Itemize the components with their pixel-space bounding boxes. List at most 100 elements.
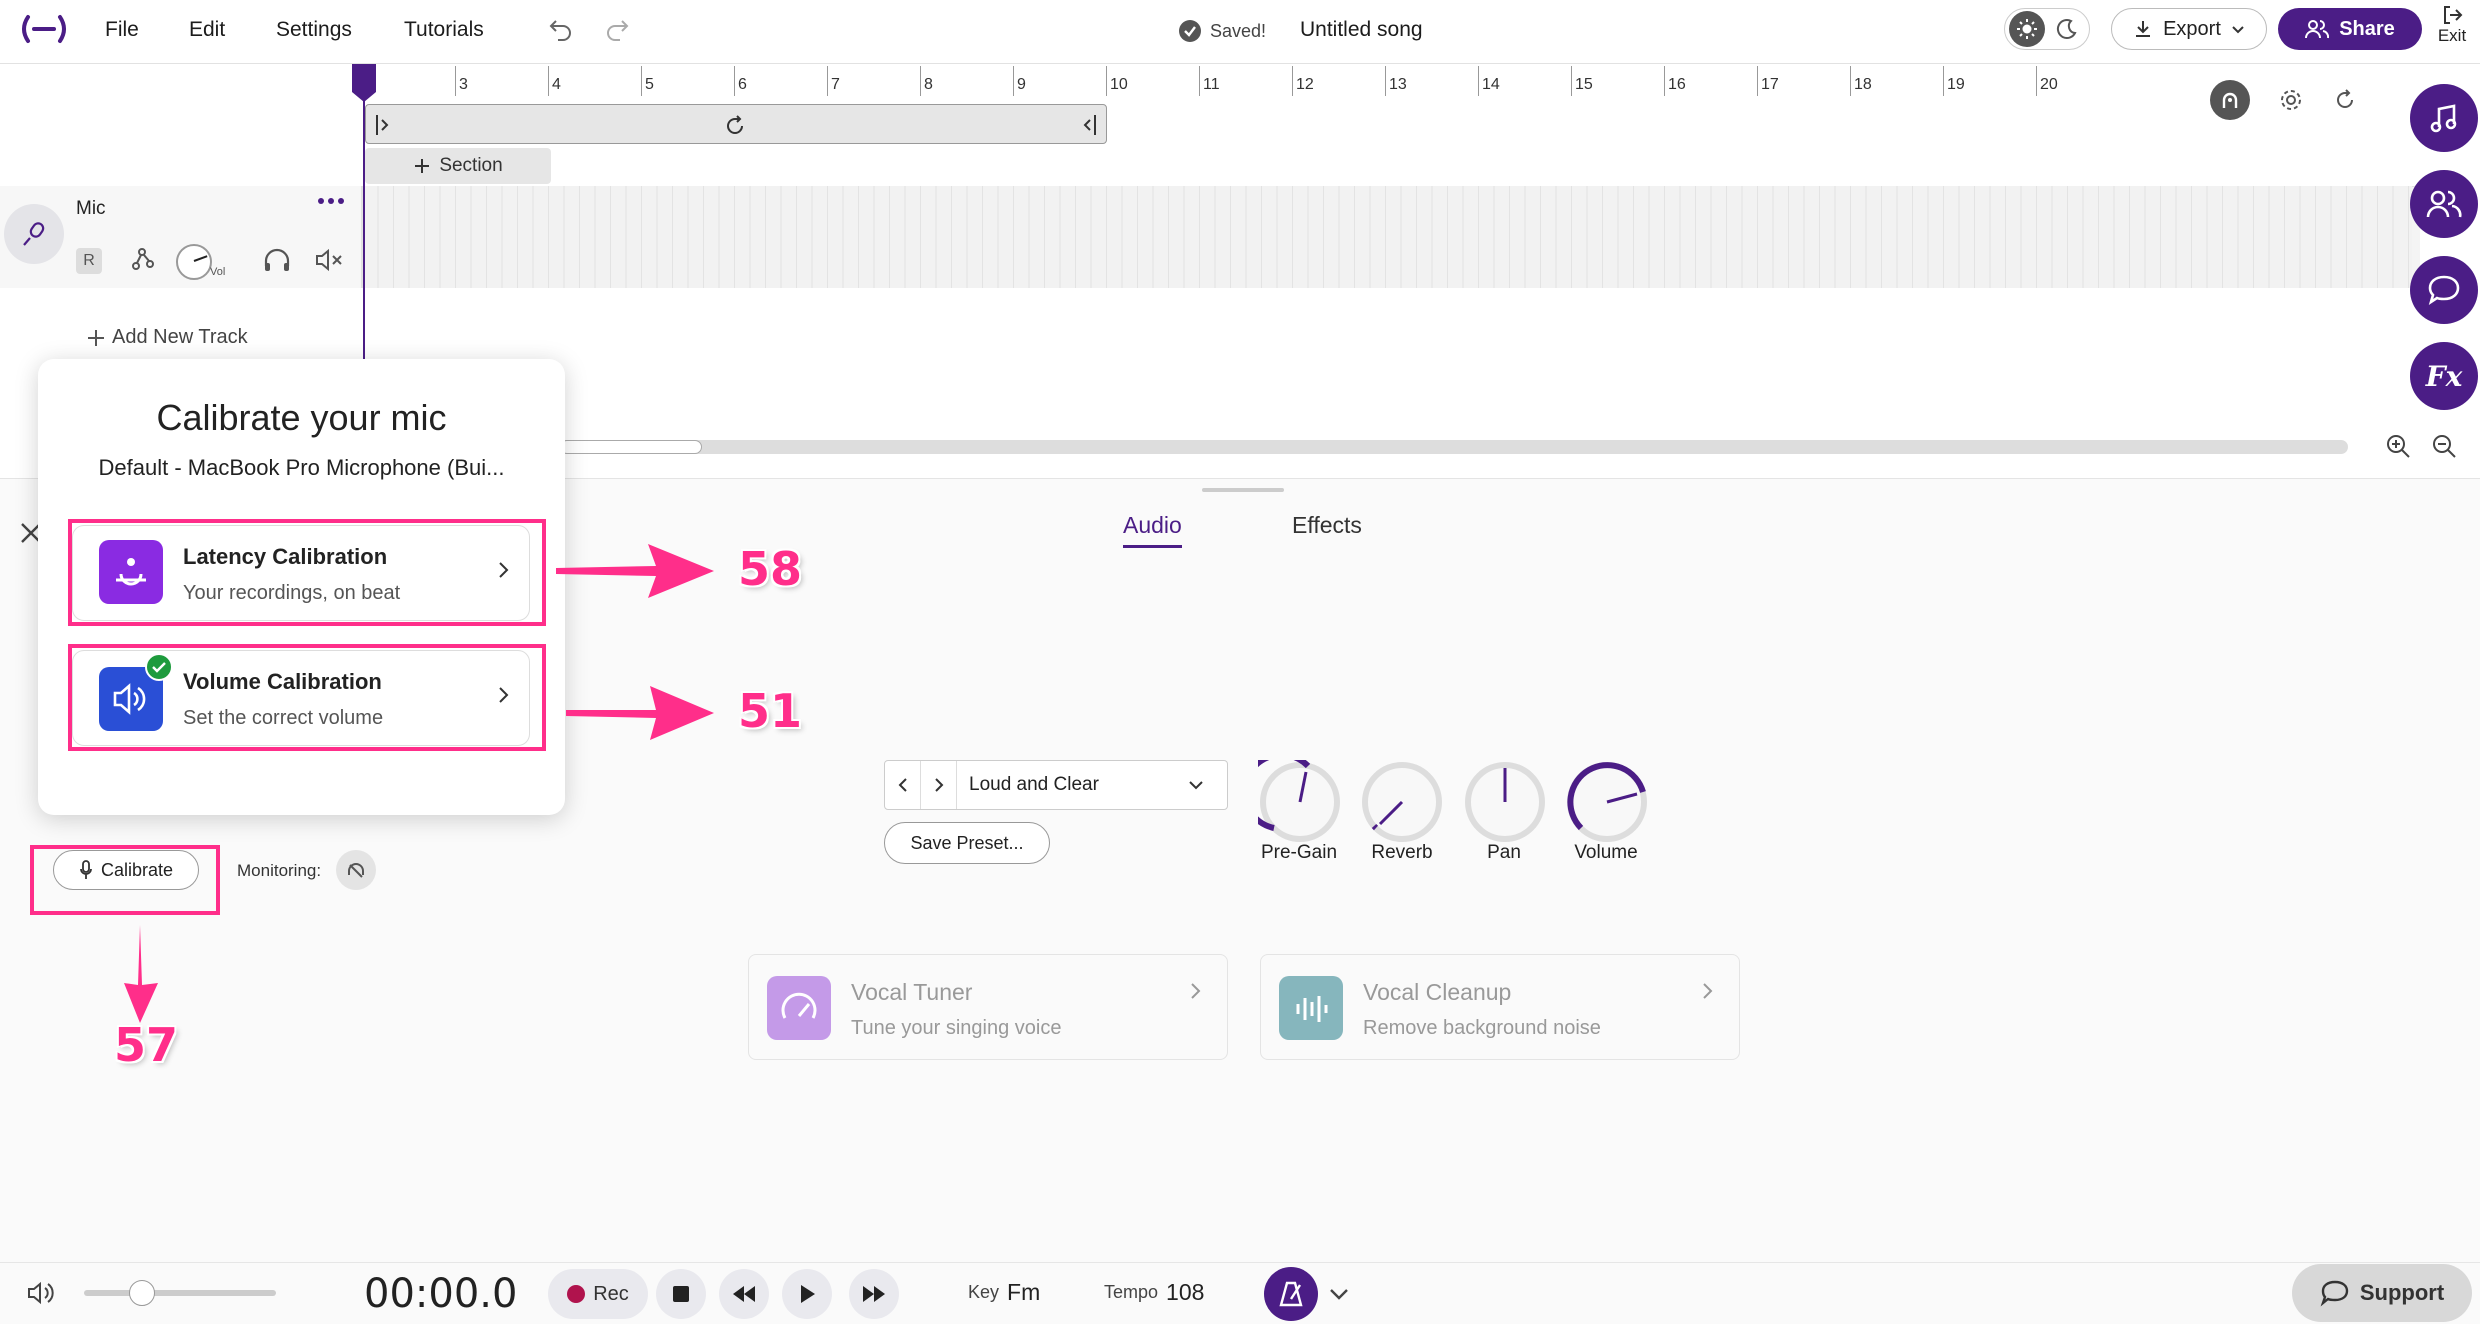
volume-slider-thumb[interactable] — [128, 1280, 155, 1306]
metronome-toggle-icon[interactable] — [2210, 80, 2250, 120]
loop-region[interactable] — [365, 104, 1107, 144]
mute-icon[interactable] — [314, 246, 344, 274]
latency-calibration-card[interactable]: Latency Calibration Your recordings, on … — [72, 525, 530, 621]
chevron-down-icon[interactable] — [1328, 1285, 1350, 1303]
annotation-arrow-58 — [556, 544, 714, 598]
waveform-icon — [1279, 976, 1343, 1040]
reverb-knob[interactable] — [1360, 760, 1444, 844]
stop-button[interactable] — [656, 1269, 706, 1319]
chevron-down-icon[interactable] — [1187, 777, 1205, 793]
ruler-tick-label: 7 — [831, 76, 840, 93]
mic-track-icon[interactable] — [4, 204, 64, 264]
redo-icon[interactable] — [604, 17, 630, 41]
tab-audio[interactable]: Audio — [1123, 512, 1182, 548]
support-button[interactable]: Support — [2292, 1264, 2472, 1322]
tab-effects[interactable]: Effects — [1292, 512, 1362, 539]
app-logo[interactable] — [18, 14, 70, 44]
volume-knob-label: Volume — [1574, 842, 1638, 863]
master-volume-slider[interactable] — [84, 1280, 276, 1306]
chevron-left-icon[interactable] — [885, 761, 921, 809]
preset-value[interactable]: Loud and Clear — [957, 774, 1187, 796]
zoom-out-icon[interactable] — [2430, 432, 2458, 460]
calibrate-button[interactable]: Calibrate — [53, 850, 199, 890]
volume-calibration-card[interactable]: Volume Calibration Set the correct volum… — [72, 650, 530, 746]
play-button[interactable] — [782, 1269, 832, 1319]
loop-end-icon[interactable] — [1078, 113, 1098, 137]
menu-tutorials[interactable]: Tutorials — [404, 18, 484, 42]
save-preset-button[interactable]: Save Preset... — [884, 822, 1050, 864]
tempo-display[interactable]: Tempo 108 — [1104, 1279, 1204, 1306]
automation-icon[interactable] — [128, 246, 156, 274]
menu-edit[interactable]: Edit — [189, 18, 225, 42]
pre-gain-knob[interactable] — [1258, 760, 1342, 844]
volume-icon[interactable] — [26, 1279, 56, 1307]
preset-selector[interactable]: Loud and Clear — [884, 760, 1228, 810]
track-lane[interactable] — [362, 186, 2412, 288]
ruler-tick — [1013, 66, 1014, 96]
refresh-icon[interactable] — [2332, 87, 2358, 113]
playhead[interactable] — [363, 64, 365, 364]
vocal-cleanup-card[interactable]: Vocal Cleanup Remove background noise — [1260, 954, 1740, 1060]
record-arm-badge[interactable]: R — [76, 248, 102, 274]
ruler-tick-label: 11 — [1203, 76, 1220, 93]
rewind-button[interactable] — [719, 1269, 769, 1319]
panel-resize-handle[interactable] — [1202, 488, 1284, 492]
pan-knob[interactable] — [1463, 760, 1547, 844]
menu-settings[interactable]: Settings — [276, 18, 352, 42]
time-display: 00:00.0 — [364, 1271, 518, 1317]
menu-file[interactable]: File — [105, 18, 139, 42]
gear-icon[interactable] — [2278, 87, 2304, 113]
fx-button[interactable]: Fx — [2410, 342, 2478, 410]
horizontal-scrollbar[interactable] — [560, 440, 2348, 454]
moon-icon[interactable] — [2049, 11, 2085, 47]
saved-label: Saved! — [1210, 20, 1267, 41]
share-button[interactable]: Share — [2278, 8, 2422, 50]
ruler-tick — [455, 66, 456, 96]
loop-start-icon[interactable] — [374, 113, 394, 137]
vocal-tuner-subtitle: Tune your singing voice — [851, 1017, 1062, 1039]
export-label: Export — [2163, 17, 2221, 40]
track-header[interactable]: Mic R Vol — [0, 186, 362, 288]
ruler-tick-label: 18 — [1854, 76, 1872, 93]
more-icon[interactable] — [316, 196, 346, 206]
chevron-right-icon — [1703, 983, 1713, 999]
chevron-right-icon — [1191, 983, 1201, 999]
annotation-51: 51 — [738, 684, 803, 738]
collaborators-button[interactable] — [2410, 170, 2478, 238]
chevron-right-icon[interactable] — [921, 761, 957, 809]
vocal-tuner-title: Vocal Tuner — [851, 979, 973, 1005]
annotation-58: 58 — [738, 542, 803, 596]
key-display[interactable]: Key Fm — [968, 1279, 1040, 1306]
volume-subtitle: Set the correct volume — [183, 707, 384, 729]
export-button[interactable]: Export — [2111, 8, 2267, 50]
tempo-label: Tempo — [1104, 1282, 1159, 1302]
users-icon — [2426, 190, 2462, 218]
volume-panel-knob[interactable] — [1565, 760, 1649, 844]
timeline-ruler[interactable]: 234567891011121314151617181920 — [362, 66, 2412, 106]
chat-button[interactable] — [2410, 256, 2478, 324]
ruler-tick-label: 9 — [1017, 76, 1026, 93]
headphones-icon[interactable] — [262, 246, 292, 274]
zoom-in-icon[interactable] — [2384, 432, 2412, 460]
add-section-button[interactable]: Section — [365, 148, 551, 184]
undo-icon[interactable] — [548, 17, 574, 41]
calibrate-mic-popup: Calibrate your mic Default - MacBook Pro… — [38, 359, 565, 815]
track-name[interactable]: Mic — [76, 198, 106, 220]
monitoring-toggle[interactable] — [336, 850, 376, 890]
playhead-handle-icon[interactable] — [350, 64, 378, 104]
fast-forward-button[interactable] — [849, 1269, 899, 1319]
theme-toggle[interactable] — [2004, 8, 2090, 50]
song-title[interactable]: Untitled song — [1300, 18, 1423, 42]
loop-icon[interactable] — [722, 113, 748, 139]
scroll-thumb[interactable] — [560, 440, 702, 454]
sounds-panel-button[interactable] — [2410, 84, 2478, 152]
sun-icon[interactable] — [2009, 11, 2045, 47]
vocal-tuner-card[interactable]: Vocal Tuner Tune your singing voice — [748, 954, 1228, 1060]
volume-knob[interactable] — [176, 244, 212, 280]
exit-button[interactable]: Exit — [2432, 4, 2472, 46]
ruler-tick — [1943, 66, 1944, 96]
record-dot-icon — [567, 1285, 586, 1303]
add-track-button[interactable]: Add New Track — [86, 326, 248, 349]
metronome-button[interactable] — [1264, 1267, 1318, 1321]
record-button[interactable]: Rec — [548, 1269, 648, 1319]
